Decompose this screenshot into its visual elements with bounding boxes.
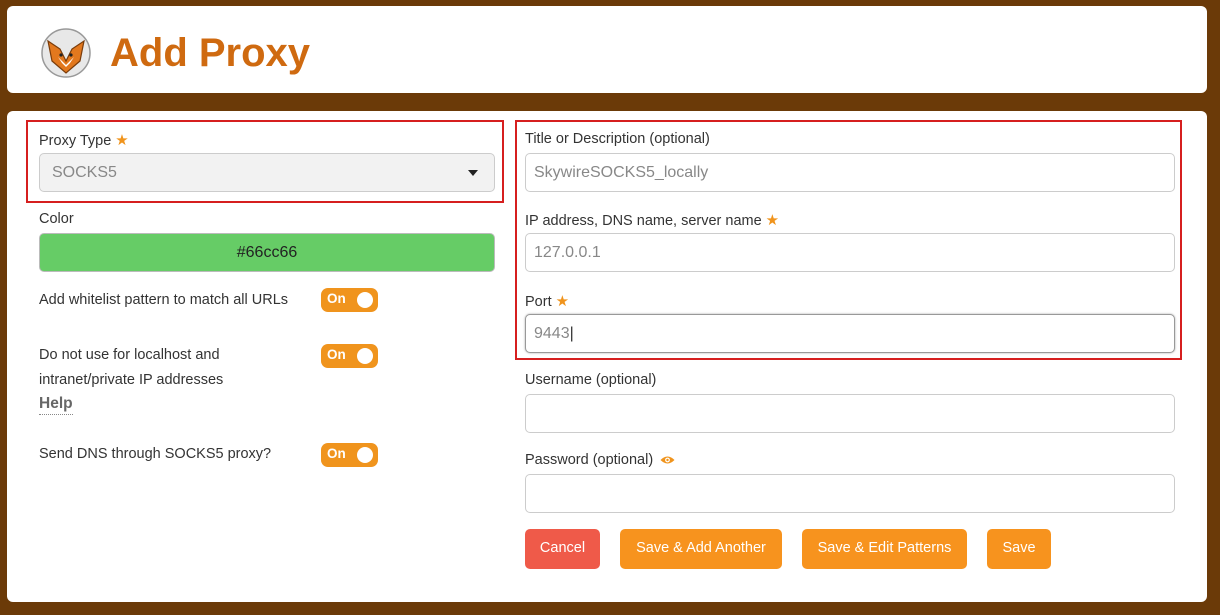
password-input[interactable] [525,474,1175,513]
save-add-another-button[interactable]: Save & Add Another [620,529,782,569]
page-title: Add Proxy [110,31,311,75]
whitelist-toggle[interactable]: On [321,288,378,312]
whitelist-label: Add whitelist pattern to match all URLs [39,292,289,308]
eye-icon[interactable] [660,455,675,465]
toggle-knob [357,348,373,364]
toggle-knob [357,447,373,463]
dns-toggle[interactable]: On [321,443,378,467]
address-label: IP address, DNS name, server name ★ [525,211,779,229]
cancel-button[interactable]: Cancel [525,529,600,569]
toggle-knob [357,292,373,308]
help-link[interactable]: Help [39,395,73,415]
dns-toggle-label: On [327,446,346,461]
form-panel: Proxy Type ★ SOCKS5 Color #66cc66 Add whi… [7,111,1207,602]
proxy-type-select[interactable]: SOCKS5 [39,153,495,192]
required-star-icon: ★ [555,293,570,310]
proxy-type-label-text: Proxy Type [39,133,112,149]
fox-logo-icon [41,28,91,78]
username-label: Username (optional) [525,372,657,388]
password-label: Password (optional) [525,452,675,468]
title-label: Title or Description (optional) [525,131,710,147]
required-star-icon: ★ [765,212,780,229]
text-cursor: | [569,325,574,342]
header-panel: Add Proxy [7,6,1207,93]
localhost-toggle-label: On [327,347,346,362]
color-label: Color [39,211,74,227]
localhost-label-line2: intranet/private IP addresses [39,372,224,388]
color-picker[interactable]: #66cc66 [39,233,495,272]
proxy-type-value: SOCKS5 [52,164,117,181]
title-input[interactable]: SkywireSOCKS5_locally [525,153,1175,192]
address-input[interactable]: 127.0.0.1 [525,233,1175,272]
dns-label: Send DNS through SOCKS5 proxy? [39,446,272,462]
port-label-text: Port [525,294,552,310]
address-label-text: IP address, DNS name, server name [525,213,762,229]
whitelist-toggle-label: On [327,291,346,306]
port-value: 9443 [534,325,570,342]
save-edit-patterns-button[interactable]: Save & Edit Patterns [802,529,967,569]
localhost-label-line1: Do not use for localhost and [39,347,220,363]
username-input[interactable] [525,394,1175,433]
required-star-icon: ★ [115,132,129,149]
password-label-text: Password (optional) [525,452,654,468]
localhost-toggle[interactable]: On [321,344,378,368]
proxy-type-label: Proxy Type ★ [39,131,129,149]
chevron-down-icon [468,170,478,176]
port-label: Port ★ [525,292,569,310]
save-button[interactable]: Save [987,529,1051,569]
port-input[interactable]: 9443| [525,314,1175,353]
